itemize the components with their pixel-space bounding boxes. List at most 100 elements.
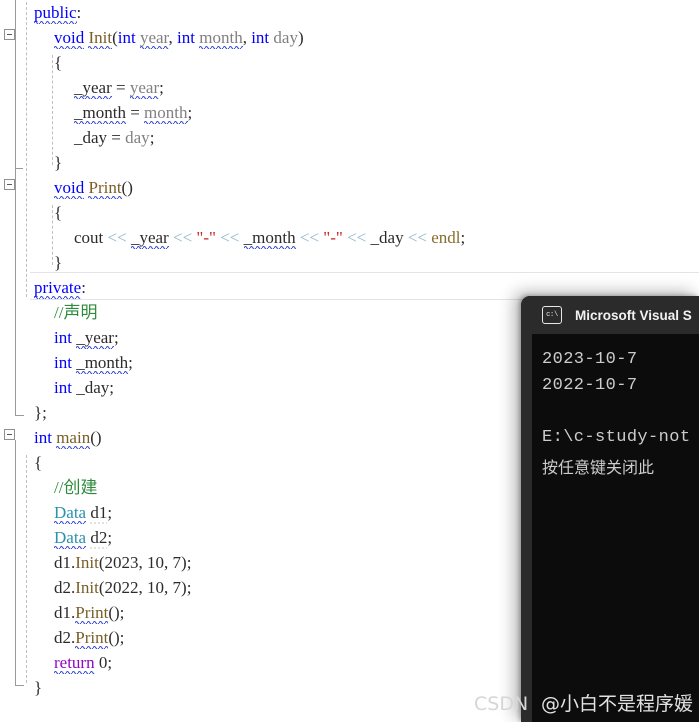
code-line[interactable]: void Print(): [54, 175, 133, 200]
code-token: <<: [299, 228, 320, 247]
code-token: //创建: [54, 478, 98, 497]
indent-guide-init-body: [52, 55, 53, 165]
code-token: };: [34, 403, 47, 422]
code-token: Init: [75, 553, 99, 572]
code-token: _month: [74, 103, 126, 125]
code-token: ;: [460, 228, 466, 247]
code-line[interactable]: cout << _year << "-" << _month << "-" <<…: [74, 225, 465, 250]
code-token: void: [54, 28, 85, 50]
code-token: 2022: [104, 578, 139, 597]
outline-class-line: [15, 0, 16, 415]
code-token: ;: [119, 628, 125, 647]
code-token: ;: [128, 353, 133, 372]
code-token: <<: [347, 228, 367, 247]
code-line[interactable]: //创建: [54, 475, 97, 500]
code-token: d1: [54, 603, 71, 622]
code-line[interactable]: int main(): [34, 425, 102, 450]
code-token: (): [90, 428, 102, 447]
fold-toggle-main[interactable]: [4, 429, 15, 440]
code-token: {: [54, 53, 63, 72]
code-token: cout: [74, 228, 104, 247]
code-token: d2: [90, 528, 108, 550]
cmd-icon-glyph: c:\: [546, 311, 558, 319]
code-token: "-": [196, 228, 216, 247]
code-token: ;: [186, 553, 192, 572]
code-token: _year: [74, 78, 112, 100]
code-line[interactable]: //声明: [54, 300, 97, 325]
code-token: ;: [107, 503, 113, 522]
code-line[interactable]: };: [34, 400, 47, 425]
code-token: <<: [407, 228, 428, 247]
code-token: 7: [172, 578, 182, 597]
code-line[interactable]: {: [54, 50, 62, 75]
code-token: :: [76, 3, 82, 22]
code-token: int: [54, 378, 72, 397]
code-line[interactable]: }: [34, 675, 42, 700]
code-token: day: [125, 128, 150, 147]
console-window[interactable]: c:\ Microsoft Visual S 2023-10-7 2022-10-…: [521, 296, 699, 722]
code-line[interactable]: public:: [34, 0, 81, 25]
code-line[interactable]: }: [54, 250, 62, 275]
outline-main-line: [15, 440, 16, 685]
outline-main-foot: [15, 685, 24, 686]
code-token: Print: [88, 178, 122, 200]
code-token: main: [56, 428, 91, 450]
console-output[interactable]: 2023-10-7 2022-10-7 E:\c-study-not 按任意键关闭此: [532, 334, 699, 722]
code-line[interactable]: d1.Print();: [54, 600, 124, 625]
fold-toggle-print[interactable]: [4, 179, 15, 190]
code-line[interactable]: d2.Init(2022, 10, 7);: [54, 575, 191, 600]
code-line[interactable]: _year = year;: [74, 75, 164, 100]
code-line[interactable]: Data d1;: [54, 500, 112, 525]
code-line[interactable]: return 0;: [54, 650, 112, 675]
code-token: ,: [138, 553, 148, 572]
outline-init-foot: [15, 168, 23, 169]
code-token: endl: [431, 228, 461, 247]
code-line[interactable]: {: [34, 450, 42, 475]
code-token: ;: [159, 78, 164, 97]
code-token: _month: [76, 353, 129, 375]
fold-toggle-init[interactable]: [4, 29, 15, 40]
code-token: d1: [54, 553, 71, 572]
console-titlebar[interactable]: c:\ Microsoft Visual S: [521, 296, 699, 334]
code-line[interactable]: int _year;: [54, 325, 119, 350]
code-token: int: [251, 28, 270, 47]
code-line[interactable]: private:: [34, 275, 86, 300]
code-line[interactable]: int _month;: [54, 350, 133, 375]
code-token: =: [107, 128, 126, 147]
code-line[interactable]: }: [54, 150, 62, 175]
code-line[interactable]: int _day;: [54, 375, 114, 400]
code-token: =: [111, 78, 130, 97]
code-line[interactable]: Data d2;: [54, 525, 112, 550]
code-token: <<: [107, 228, 127, 247]
code-token: Init: [75, 578, 99, 597]
code-line[interactable]: _day = day;: [74, 125, 154, 150]
code-token: ;: [107, 653, 113, 672]
code-token: 10: [147, 553, 165, 572]
code-line[interactable]: d2.Print();: [54, 625, 124, 650]
code-token: "-": [323, 228, 343, 247]
code-token: Init: [88, 28, 113, 50]
code-token: (): [108, 603, 120, 622]
code-token: ): [297, 28, 304, 47]
code-line[interactable]: {: [54, 200, 62, 225]
outline-class-foot: [15, 415, 24, 416]
code-line[interactable]: d1.Init(2023, 10, 7);: [54, 550, 191, 575]
code-token: {: [34, 453, 43, 472]
code-token: _day: [74, 128, 108, 147]
code-line[interactable]: _month = month;: [74, 100, 192, 125]
code-token: 7: [172, 553, 182, 572]
code-token: int: [54, 353, 72, 372]
console-output-line: E:\c-study-not: [542, 428, 691, 447]
code-token: _year: [130, 228, 169, 250]
code-line[interactable]: void Init(int year, int month, int day): [54, 25, 304, 50]
code-token: ;: [109, 378, 114, 397]
code-token: Print: [75, 603, 109, 625]
code-token: <<: [220, 228, 240, 247]
code-token: int: [117, 28, 136, 47]
indent-guide-main-body: [26, 455, 27, 683]
code-token: int: [177, 28, 195, 47]
code-token: _year: [76, 328, 114, 350]
code-token: //声明: [54, 303, 98, 322]
console-output-line: 2023-10-7: [542, 350, 638, 369]
code-token: year: [129, 78, 160, 100]
